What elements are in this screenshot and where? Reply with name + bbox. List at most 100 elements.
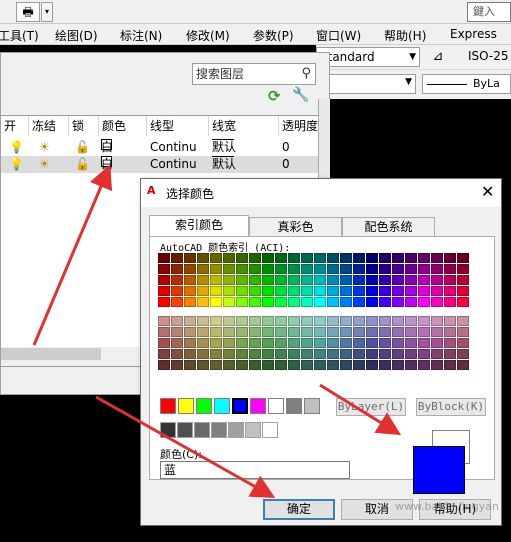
aci-swatch[interactable] — [210, 327, 222, 337]
aci-swatch[interactable] — [418, 349, 430, 359]
aci-swatch[interactable] — [184, 327, 196, 337]
aci-swatch[interactable] — [405, 327, 417, 337]
aci-swatch[interactable] — [158, 360, 170, 370]
gray-color-swatch[interactable] — [194, 422, 210, 438]
aci-swatch[interactable] — [210, 297, 222, 307]
aci-swatch[interactable] — [444, 297, 456, 307]
aci-swatch[interactable] — [340, 297, 352, 307]
aci-swatch[interactable] — [249, 297, 261, 307]
standard-color-swatch[interactable] — [196, 398, 212, 414]
aci-swatch[interactable] — [184, 360, 196, 370]
menu-tools[interactable]: 工具(T) — [0, 27, 39, 44]
aci-swatch[interactable] — [327, 286, 339, 296]
aci-swatch[interactable] — [197, 327, 209, 337]
aci-swatch[interactable] — [366, 338, 378, 348]
aci-swatch[interactable] — [197, 349, 209, 359]
aci-swatch[interactable] — [210, 264, 222, 274]
aci-swatch[interactable] — [405, 316, 417, 326]
aci-swatch[interactable] — [301, 338, 313, 348]
menu-modify[interactable]: 修改(M) — [186, 27, 230, 44]
aci-swatch[interactable] — [353, 360, 365, 370]
aci-swatch[interactable] — [223, 327, 235, 337]
aci-swatch[interactable] — [158, 275, 170, 285]
aci-swatch[interactable] — [353, 297, 365, 307]
aci-swatch[interactable] — [249, 253, 261, 263]
aci-swatch[interactable] — [197, 316, 209, 326]
aci-swatch[interactable] — [184, 264, 196, 274]
aci-swatch[interactable] — [210, 316, 222, 326]
aci-swatch[interactable] — [379, 327, 391, 337]
aci-swatch[interactable] — [457, 286, 469, 296]
aci-swatch[interactable] — [314, 297, 326, 307]
aci-swatch[interactable] — [457, 316, 469, 326]
aci-swatch[interactable] — [379, 297, 391, 307]
aci-swatch[interactable] — [223, 286, 235, 296]
aci-swatch[interactable] — [444, 327, 456, 337]
aci-swatch[interactable] — [418, 264, 430, 274]
aci-swatch[interactable] — [197, 253, 209, 263]
aci-swatch[interactable] — [327, 327, 339, 337]
aci-swatch[interactable] — [418, 297, 430, 307]
aci-swatch[interactable] — [457, 297, 469, 307]
aci-swatch[interactable] — [457, 338, 469, 348]
aci-swatch[interactable] — [314, 338, 326, 348]
aci-swatch[interactable] — [275, 360, 287, 370]
aci-swatch[interactable] — [431, 286, 443, 296]
aci-swatch[interactable] — [249, 286, 261, 296]
aci-swatch[interactable] — [262, 338, 274, 348]
aci-swatch[interactable] — [314, 275, 326, 285]
aci-swatch[interactable] — [418, 316, 430, 326]
aci-swatch[interactable] — [301, 349, 313, 359]
aci-swatch[interactable] — [288, 327, 300, 337]
aci-swatch[interactable] — [457, 253, 469, 263]
unlock-icon[interactable]: 🔓 — [75, 139, 90, 156]
standard-color-swatch[interactable] — [250, 398, 266, 414]
aci-swatch[interactable] — [158, 338, 170, 348]
aci-swatch[interactable] — [171, 349, 183, 359]
aci-swatch[interactable] — [366, 286, 378, 296]
aci-swatch[interactable] — [236, 253, 248, 263]
aci-swatch[interactable] — [275, 297, 287, 307]
dimension-style-icon[interactable]: ⊿ — [428, 47, 448, 67]
aci-swatch[interactable] — [379, 316, 391, 326]
aci-swatch[interactable] — [314, 360, 326, 370]
aci-swatch[interactable] — [379, 349, 391, 359]
menu-express[interactable]: Express — [450, 27, 497, 41]
aci-swatch[interactable] — [275, 349, 287, 359]
aci-swatch[interactable] — [223, 253, 235, 263]
aci-swatch[interactable] — [275, 327, 287, 337]
aci-swatch[interactable] — [431, 316, 443, 326]
aci-swatch[interactable] — [366, 316, 378, 326]
aci-swatch[interactable] — [327, 253, 339, 263]
aci-swatch[interactable] — [301, 286, 313, 296]
aci-swatch[interactable] — [184, 286, 196, 296]
bylayer-button[interactable]: ByLayer(L) — [336, 398, 406, 416]
aci-swatch[interactable] — [236, 338, 248, 348]
tab-true-color[interactable]: 真彩色 — [249, 217, 342, 237]
aci-swatch[interactable] — [210, 338, 222, 348]
settings-wrench-icon[interactable]: 🔧 — [292, 87, 309, 103]
aci-swatch[interactable] — [353, 286, 365, 296]
aci-swatch[interactable] — [340, 316, 352, 326]
aci-swatch[interactable] — [262, 360, 274, 370]
aci-swatch[interactable] — [418, 253, 430, 263]
aci-swatch[interactable] — [314, 327, 326, 337]
aci-swatch[interactable] — [262, 286, 274, 296]
aci-swatch[interactable] — [457, 360, 469, 370]
aci-swatch[interactable] — [288, 316, 300, 326]
aci-swatch[interactable] — [275, 275, 287, 285]
aci-swatch[interactable] — [314, 264, 326, 274]
aci-swatch[interactable] — [431, 275, 443, 285]
layer-linetype-cell[interactable]: Continu — [150, 156, 197, 173]
aci-swatch[interactable] — [444, 338, 456, 348]
aci-swatch[interactable] — [444, 253, 456, 263]
aci-swatch[interactable] — [431, 264, 443, 274]
aci-swatch[interactable] — [210, 253, 222, 263]
aci-swatch[interactable] — [327, 297, 339, 307]
col-on[interactable]: 开 — [1, 116, 29, 136]
aci-swatch[interactable] — [223, 316, 235, 326]
linetype-select[interactable]: ByLa — [422, 74, 511, 94]
aci-swatch[interactable] — [158, 264, 170, 274]
aci-swatch[interactable] — [379, 275, 391, 285]
aci-swatch[interactable] — [392, 360, 404, 370]
